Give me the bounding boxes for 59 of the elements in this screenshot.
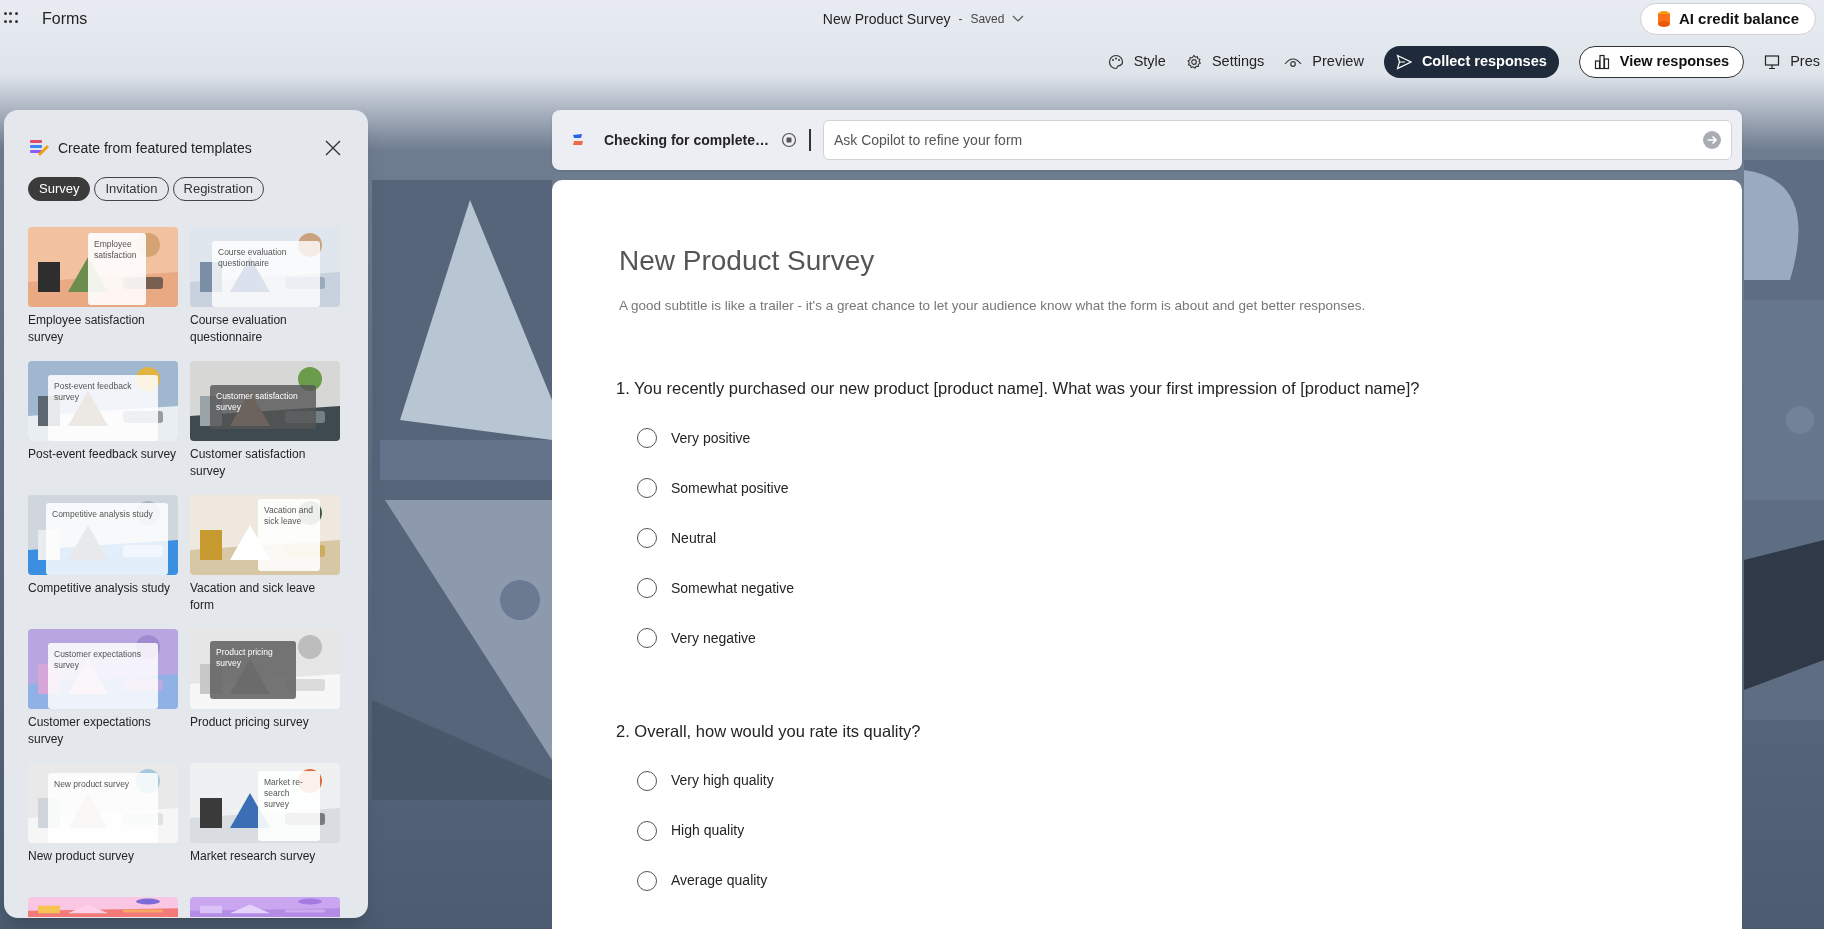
- chevron-down-icon[interactable]: [1012, 15, 1025, 23]
- form-title[interactable]: New Product Survey: [619, 240, 875, 282]
- template-name[interactable]: Post-event feedback survey: [28, 446, 177, 463]
- close-icon[interactable]: [324, 139, 342, 157]
- template-name[interactable]: Market research survey: [190, 848, 316, 865]
- copilot-status: Checking for complete…: [604, 130, 769, 150]
- option-label[interactable]: Neutral: [671, 527, 717, 549]
- thumbnail-title: New product survey: [54, 779, 130, 790]
- bar-chart-icon: [1593, 54, 1610, 70]
- monitor-icon: [1764, 54, 1781, 70]
- template-name[interactable]: Customer expectations survey: [28, 714, 178, 748]
- toolbar-button[interactable]: Preview: [1284, 51, 1364, 73]
- toolbar-button[interactable]: View responses: [1578, 46, 1745, 78]
- palette-icon: [1107, 54, 1124, 70]
- template-name[interactable]: Product pricing survey: [190, 714, 309, 731]
- template-name[interactable]: Competitive analysis study: [28, 580, 171, 597]
- option-label[interactable]: Very high quality: [671, 770, 774, 792]
- template-name[interactable]: Course evaluation questionnaire: [190, 312, 340, 346]
- toolbar-button[interactable]: Style: [1107, 51, 1166, 73]
- separator-text: -: [958, 11, 963, 28]
- thumbnail-title: Market re-search survey: [264, 777, 304, 810]
- send-icon: [1395, 54, 1412, 70]
- option-label[interactable]: Somewhat negative: [671, 577, 794, 599]
- panel-title: Create from featured templates: [58, 138, 253, 158]
- thumbnail-title: Post-event feedback survey: [54, 381, 133, 403]
- toolbar-button[interactable]: Settings: [1185, 51, 1265, 73]
- toolbar-button[interactable]: Collect responses: [1383, 46, 1559, 78]
- template-name[interactable]: Employee satisfaction survey: [28, 312, 178, 346]
- toolbar-button[interactable]: Pres: [1764, 51, 1820, 73]
- option-label[interactable]: Very negative: [671, 627, 756, 649]
- form-subtitle[interactable]: A good subtitle is like a trailer - it's a great chance to let your audience know what the form is about and get better responses.: [619, 296, 1366, 317]
- copilot-input[interactable]: Ask Copilot to refine your form: [822, 120, 1732, 160]
- filter-tab[interactable]: Survey: [28, 177, 91, 201]
- eye-icon: [1284, 56, 1303, 68]
- thumbnail-title: Employee satisfaction: [94, 239, 138, 261]
- thumbnail-title: Course evaluation questionnaire: [218, 247, 288, 269]
- option-label[interactable]: Very positive: [671, 427, 751, 449]
- question-text: 2. Overall, how would you rate its quality?: [616, 721, 921, 742]
- ai-credit-button[interactable]: AI credit balance: [1639, 3, 1816, 35]
- thumbnail-title: Vacation and sick leave: [264, 505, 314, 527]
- thumbnail-title: Product pricing survey: [216, 647, 274, 669]
- option-label[interactable]: High quality: [671, 820, 745, 842]
- document-title[interactable]: New Product Survey: [822, 8, 951, 30]
- template-name[interactable]: New product survey: [28, 848, 135, 865]
- app-name: Forms: [42, 9, 88, 29]
- question-text: 1. You recently purchased our new product [product name]. What was your first impression of [product name]?: [616, 378, 1420, 400]
- templates-icon: [28, 138, 50, 158]
- settings-icon: [1185, 54, 1202, 70]
- thumbnail-title: Customer satisfaction survey: [216, 391, 299, 413]
- thumbnail-title: Customer expectations survey: [54, 649, 142, 671]
- option-label[interactable]: Average quality: [671, 870, 768, 892]
- stop-icon[interactable]: [780, 132, 797, 148]
- option-label[interactable]: Somewhat positive: [671, 477, 789, 499]
- copilot-icon: [572, 132, 584, 148]
- save-status: Saved: [970, 11, 1005, 28]
- coin-stack-icon: [1656, 10, 1671, 28]
- template-name[interactable]: Vacation and sick leave form: [190, 580, 340, 614]
- template-name[interactable]: Customer satisfaction survey: [190, 446, 340, 480]
- thumbnail-title: Competitive analysis study: [52, 509, 153, 520]
